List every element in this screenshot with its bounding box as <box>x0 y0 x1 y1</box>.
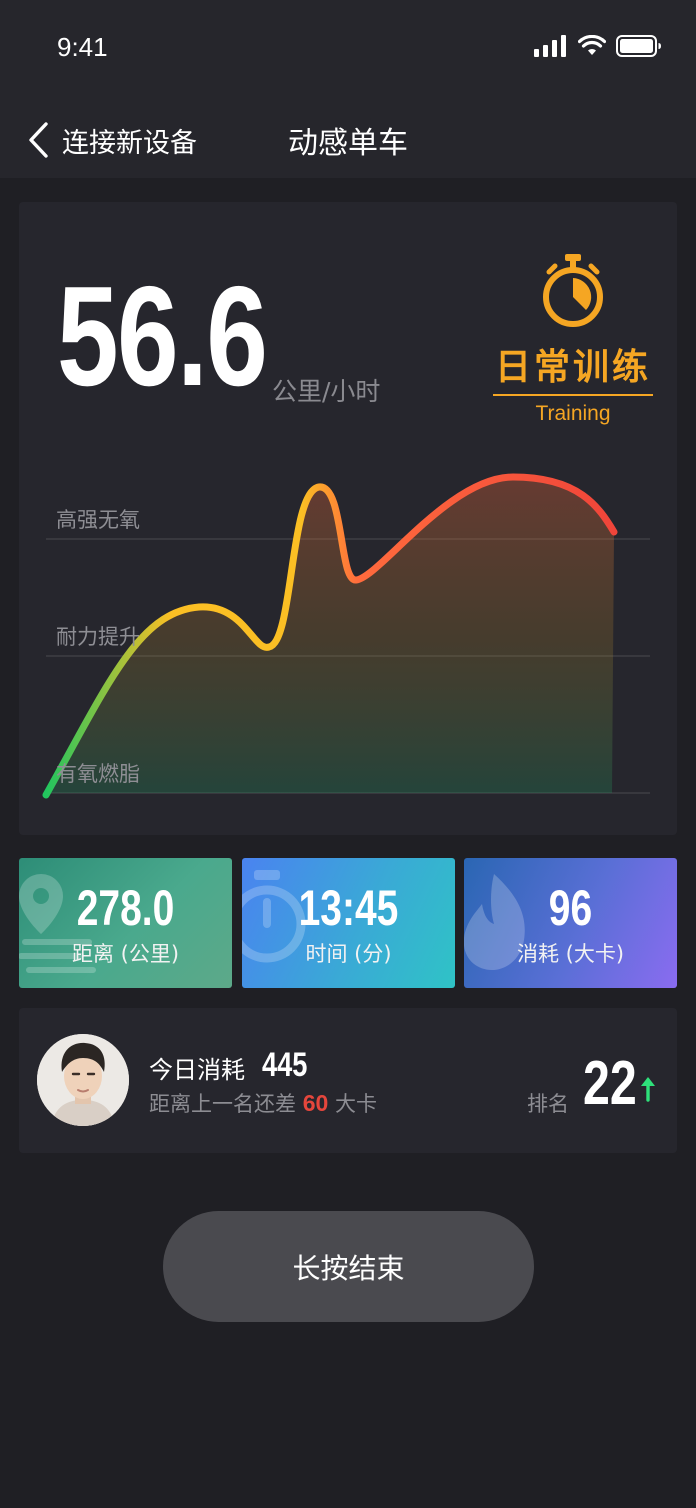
today-calories-label: 今日消耗 <box>149 1056 245 1084</box>
rank-label: 排名 <box>527 1092 569 1116</box>
calories-value: 96 <box>548 880 593 936</box>
page-title: 动感单车 <box>288 126 408 161</box>
status-icons <box>534 32 662 60</box>
signal-icon <box>534 35 566 57</box>
mode-subtitle: Training <box>535 402 611 425</box>
ranking-card: 今日消耗 445 距离上一名还差 60 大卡 排名 22 <box>19 1008 677 1153</box>
hold-to-end-button[interactable]: 长按结束 <box>163 1211 534 1322</box>
stopwatch-icon <box>543 254 603 327</box>
zone-label-endurance: 耐力提升 <box>56 625 140 649</box>
arrow-up-icon <box>641 1077 655 1102</box>
mode-title: 日常训练 <box>494 347 651 388</box>
rank-gap-text: 距离上一名还差 60 大卡 <box>149 1088 377 1118</box>
user-photo-icon <box>37 1034 129 1126</box>
rank-value: 22 <box>583 1049 637 1118</box>
gap-value: 60 <box>302 1090 329 1116</box>
distance-tile: 278.0 距离 (公里) <box>19 858 232 988</box>
gap-prefix: 距离上一名还差 <box>149 1092 296 1116</box>
time-value: 13:45 <box>298 880 399 936</box>
avatar[interactable] <box>37 1034 129 1126</box>
time-tile: 13:45 时间 (分) <box>242 858 455 988</box>
distance-value: 278.0 <box>76 880 175 936</box>
calories-label: 消耗 (大卡) <box>516 942 625 966</box>
wifi-icon <box>578 35 606 55</box>
speed-chart-card: 56.6 公里/小时 日常训练 Training 高强无氧 耐力提升 有氧燃脂 <box>19 202 677 835</box>
gap-unit: 大卡 <box>334 1092 377 1116</box>
speed-unit: 公里/小时 <box>272 377 381 406</box>
speed-value: 56.6 <box>57 257 268 416</box>
chevron-left-icon <box>29 122 48 158</box>
distance-label: 距离 (公里) <box>71 942 180 966</box>
back-button[interactable]: 连接新设备 <box>26 118 197 162</box>
zone-label-high: 高强无氧 <box>56 508 140 532</box>
end-button-label: 长按结束 <box>292 1251 405 1285</box>
zone-label-aerobic: 有氧燃脂 <box>56 762 140 786</box>
time-label: 时间 (分) <box>305 942 392 966</box>
battery-icon <box>616 35 661 57</box>
status-time: 9:41 <box>57 32 108 62</box>
mode-divider <box>493 394 653 396</box>
top-bar: 9:41 连接新设备 动感单车 <box>0 0 696 178</box>
training-mode-badge: 日常训练 Training <box>493 252 653 426</box>
today-calories-value: 445 <box>262 1046 308 1084</box>
calories-tile: 96 消耗 (大卡) <box>464 858 677 988</box>
back-label: 连接新设备 <box>62 127 197 159</box>
